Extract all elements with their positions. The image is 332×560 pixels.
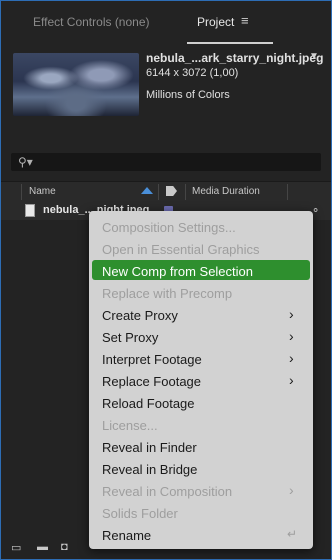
asset-name: nebula_...ark_starry_night.jpeg xyxy=(146,51,324,65)
menu-item-interpret-footage[interactable]: Interpret Footage xyxy=(102,352,202,367)
panel-tabs: Effect Controls (none) Project ≡ xyxy=(1,1,331,45)
chevron-down-icon[interactable]: ▼ xyxy=(309,51,319,62)
sort-ascending-icon[interactable] xyxy=(141,187,153,194)
menu-item-solids-folder[interactable]: Solids Folder xyxy=(102,506,178,521)
new-folder-icon[interactable]: ▬ xyxy=(37,541,48,553)
active-tab-indicator xyxy=(187,42,273,44)
asset-preview: nebula_...ark_starry_night.jpeg ▼ 6144 x… xyxy=(1,45,331,139)
chevron-right-icon: › xyxy=(289,306,294,322)
chevron-right-icon: › xyxy=(289,350,294,366)
menu-item-replace-with-precomp[interactable]: Replace with Precomp xyxy=(102,286,232,301)
menu-item-reveal-in-finder[interactable]: Reveal in Finder xyxy=(102,440,197,455)
asset-color-depth: Millions of Colors xyxy=(146,89,230,101)
interpret-footage-icon[interactable]: ▭ xyxy=(11,541,21,554)
column-divider xyxy=(185,184,186,200)
label-tag-icon[interactable] xyxy=(166,186,177,196)
menu-item-reload-footage[interactable]: Reload Footage xyxy=(102,396,195,411)
new-composition-icon[interactable]: ◘ xyxy=(61,541,68,553)
chevron-right-icon: › xyxy=(289,328,294,344)
menu-item-new-comp-from-selection[interactable]: New Comp from Selection xyxy=(102,264,253,279)
column-media-duration[interactable]: Media Duration xyxy=(192,186,260,197)
hamburger-menu-icon[interactable]: ≡ xyxy=(241,13,249,28)
asset-thumbnail xyxy=(13,53,139,116)
search-input[interactable]: ⚲▾ xyxy=(11,153,321,171)
menu-item-create-proxy[interactable]: Create Proxy xyxy=(102,308,178,323)
return-key-icon: ↵ xyxy=(287,527,298,541)
search-icon: ⚲▾ xyxy=(18,155,33,169)
file-icon xyxy=(25,204,35,217)
column-name[interactable]: Name xyxy=(29,186,56,197)
menu-item-replace-footage[interactable]: Replace Footage xyxy=(102,374,201,389)
asset-dimensions: 6144 x 3072 (1,00) xyxy=(146,67,239,79)
column-divider xyxy=(287,184,288,200)
column-divider xyxy=(21,184,22,200)
column-header: Name Media Duration xyxy=(1,181,331,203)
context-menu: Composition Settings... Open in Essentia… xyxy=(89,211,313,549)
menu-item-open-in-essential-graphics[interactable]: Open in Essential Graphics xyxy=(102,242,260,257)
menu-item-set-proxy[interactable]: Set Proxy xyxy=(102,330,158,345)
menu-item-rename[interactable]: Rename xyxy=(102,528,151,543)
menu-item-reveal-in-composition[interactable]: Reveal in Composition xyxy=(102,484,232,499)
menu-item-reveal-in-bridge[interactable]: Reveal in Bridge xyxy=(102,462,197,477)
tab-project[interactable]: Project xyxy=(197,15,234,29)
tab-effect-controls[interactable]: Effect Controls (none) xyxy=(33,15,150,29)
menu-item-composition-settings[interactable]: Composition Settings... xyxy=(102,220,236,235)
column-divider xyxy=(158,184,159,200)
chevron-right-icon: › xyxy=(289,372,294,388)
menu-item-license[interactable]: License... xyxy=(102,418,158,433)
chevron-right-icon: › xyxy=(289,482,294,498)
